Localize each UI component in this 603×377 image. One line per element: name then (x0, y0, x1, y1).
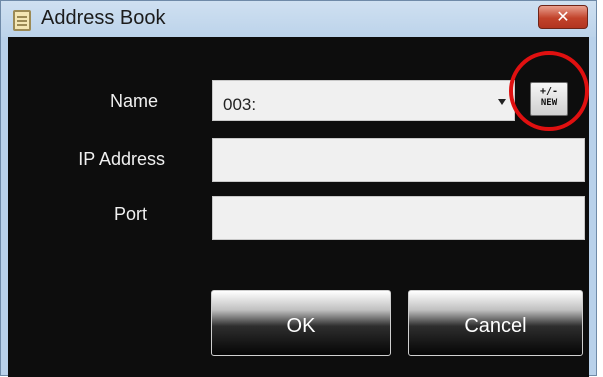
dialog-content: Name 003: +/- NEW IP Address Port OK Can… (8, 37, 589, 377)
close-icon: ✕ (556, 7, 570, 26)
highlight-circle-annotation (509, 51, 589, 131)
address-book-window: Address Book ✕ Name 003: +/- NEW IP Addr… (0, 0, 597, 377)
ip-address-input[interactable] (212, 138, 585, 182)
ok-button[interactable]: OK (211, 290, 391, 356)
cancel-button[interactable]: Cancel (408, 290, 583, 356)
name-combobox-value: 003: (223, 95, 257, 114)
chevron-down-icon[interactable] (498, 99, 506, 105)
title-bar[interactable]: Address Book ✕ (1, 1, 596, 37)
name-combobox[interactable]: 003: (212, 80, 515, 121)
port-label: Port (113, 204, 147, 224)
cancel-button-label: Cancel (464, 315, 527, 337)
name-label: Name (109, 91, 158, 111)
ok-button-label: OK (286, 315, 316, 337)
address-book-icon (13, 10, 31, 31)
port-input[interactable] (212, 196, 585, 240)
close-button[interactable]: ✕ (538, 5, 588, 29)
window-title: Address Book (41, 7, 166, 29)
ip-address-label: IP Address (78, 149, 165, 169)
